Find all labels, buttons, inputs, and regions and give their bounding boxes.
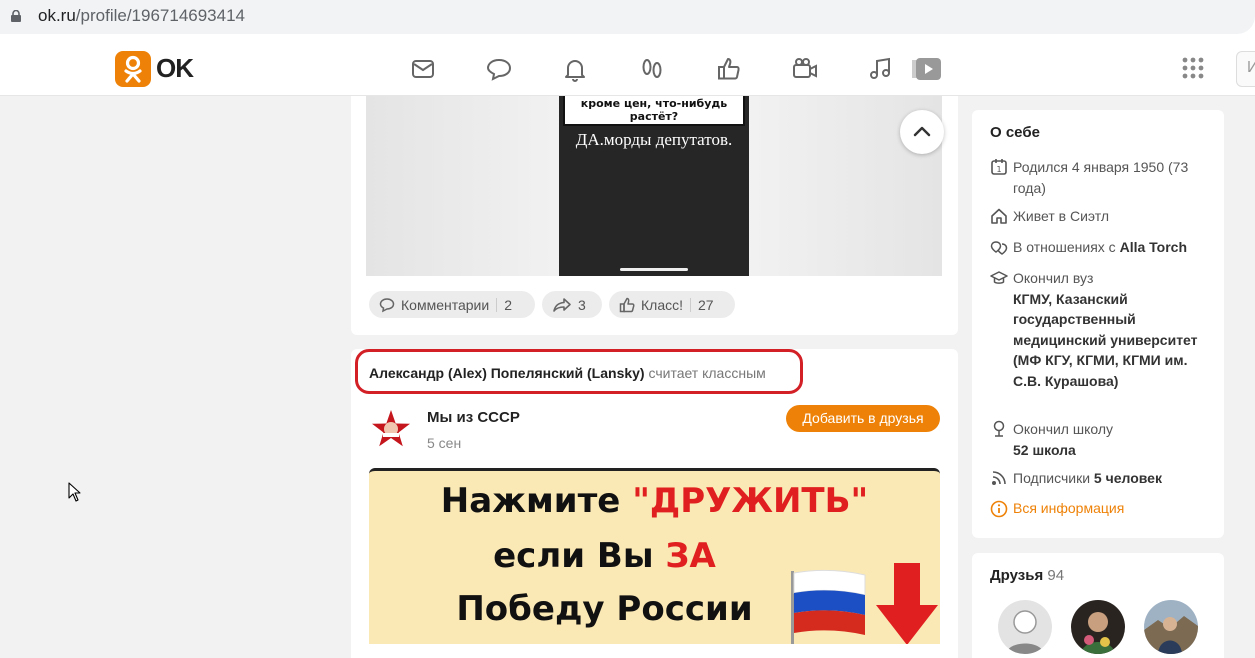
banner-line1-a: Нажмите xyxy=(440,481,633,521)
search-input[interactable]: И xyxy=(1236,51,1255,87)
likes-label: Класс! xyxy=(641,296,683,313)
ok-logo-text[interactable]: OK xyxy=(156,53,194,84)
lock-icon xyxy=(11,10,21,22)
friends-title[interactable]: Друзья 94 xyxy=(990,567,1064,584)
friends-video-icon[interactable] xyxy=(792,56,818,82)
school-prefix: Окончил школу xyxy=(1013,421,1114,437)
shares-count: 3 xyxy=(578,296,586,313)
relationship-info: В отношениях с Alla Torch xyxy=(1013,237,1213,258)
info-icon xyxy=(990,500,1008,518)
down-arrow-icon xyxy=(876,563,938,644)
comments-count: 2 xyxy=(504,296,512,313)
add-friend-button[interactable]: Добавить в друзья xyxy=(786,405,940,432)
share-icon xyxy=(553,297,571,312)
video-icon[interactable] xyxy=(912,56,942,82)
friend-photo xyxy=(1144,616,1198,654)
actor-name-link[interactable]: Александр (Alex) Попелянский (Lansky) xyxy=(369,365,645,381)
university-name-link[interactable]: КГМУ, Казанский государственный медицинс… xyxy=(1013,291,1198,389)
graduation-cap-icon xyxy=(990,271,1008,284)
ok-logo-icon[interactable] xyxy=(115,51,151,87)
friend-avatar[interactable] xyxy=(1144,600,1198,654)
site-header: OK И xyxy=(0,40,1255,96)
svg-text:1: 1 xyxy=(996,165,1001,174)
subscribers-link[interactable]: 5 человек xyxy=(1094,470,1162,486)
friends-title-label: Друзья xyxy=(990,567,1044,584)
apps-grid-icon[interactable] xyxy=(1182,57,1204,79)
friend-photo xyxy=(1081,612,1115,654)
banner-line-1: Нажмите "ДРУЖИТЬ" xyxy=(369,481,940,521)
banner-line1-b: "ДРУЖИТЬ" xyxy=(632,481,869,521)
post-image-banner[interactable]: Нажмите "ДРУЖИТЬ" если Вы ЗА Победу Росс… xyxy=(369,468,940,644)
banner-line2-a: если Вы xyxy=(493,536,666,576)
default-avatar-icon xyxy=(1006,610,1044,654)
school-name-link[interactable]: 52 школа xyxy=(1013,442,1076,458)
meme-top-text: кроме цен, что-нибудь растёт? xyxy=(563,96,745,126)
relation-prefix: В отношениях с xyxy=(1013,239,1120,255)
reactions-icon[interactable] xyxy=(716,56,742,82)
music-icon[interactable] xyxy=(868,56,894,82)
messages-icon[interactable] xyxy=(410,56,436,82)
meme-caption: ДА.морды депутатов. xyxy=(575,130,733,149)
university-info: Окончил вуз КГМУ, Казанский государственн… xyxy=(1013,268,1213,391)
lives-info: Живет в Сиэтл xyxy=(1013,208,1110,224)
url-text[interactable]: ok.ru/profile/196714693414 xyxy=(38,6,245,26)
like-button[interactable]: Класс! 27 xyxy=(609,291,735,318)
share-button[interactable]: 3 xyxy=(542,291,602,318)
chevron-up-icon xyxy=(913,126,931,137)
banner-line2-b: ЗА xyxy=(665,536,716,576)
scroll-up-button[interactable] xyxy=(900,110,944,154)
school-info: Окончил школу 52 школа xyxy=(1013,419,1213,460)
post-actor-line: Александр (Alex) Попелянский (Lansky) сч… xyxy=(369,365,766,381)
about-title: О себе xyxy=(990,124,1040,141)
relationship-icon xyxy=(990,241,1008,255)
likes-count: 27 xyxy=(698,296,714,313)
home-icon xyxy=(991,208,1007,224)
friend-avatar[interactable] xyxy=(1071,600,1125,654)
group-name-link[interactable]: Мы из СССР xyxy=(427,409,520,426)
born-info: Родился 4 января 1950 (73 года) xyxy=(1013,159,1189,196)
notifications-icon[interactable] xyxy=(562,56,588,82)
subscribers-rss-icon xyxy=(992,471,1006,485)
actor-action: считает классным xyxy=(648,365,766,381)
friend-avatar[interactable] xyxy=(998,600,1052,654)
post-date: 5 сен xyxy=(427,435,462,451)
guests-icon[interactable] xyxy=(639,56,665,82)
subscribers-info: Подписчики 5 человек xyxy=(1013,468,1213,489)
browser-address-bar: ok.ru/profile/196714693414 xyxy=(0,0,1255,40)
like-icon xyxy=(619,297,635,312)
comments-label: Комментарии xyxy=(401,296,490,313)
calendar-icon: 1 xyxy=(991,159,1007,175)
comments-button[interactable]: Комментарии 2 xyxy=(369,291,535,318)
relation-partner-link[interactable]: Alla Torch xyxy=(1120,239,1187,255)
friends-count: 94 xyxy=(1047,567,1065,584)
school-icon xyxy=(993,420,1005,437)
url-field[interactable]: ok.ru/profile/196714693414 xyxy=(0,0,1255,34)
group-avatar-star-icon[interactable] xyxy=(371,409,411,449)
comment-icon xyxy=(379,297,395,312)
discussions-icon[interactable] xyxy=(486,56,512,82)
subscribers-prefix: Подписчики xyxy=(1013,470,1094,486)
russia-flag-icon xyxy=(791,569,866,644)
all-info-link[interactable]: Вся информация xyxy=(1013,500,1124,516)
url-host: ok.ru xyxy=(38,6,76,25)
mouse-cursor-icon xyxy=(68,482,81,502)
phone-home-bar xyxy=(620,268,688,271)
university-prefix: Окончил вуз xyxy=(1013,270,1094,286)
url-path: /profile/196714693414 xyxy=(75,6,245,25)
